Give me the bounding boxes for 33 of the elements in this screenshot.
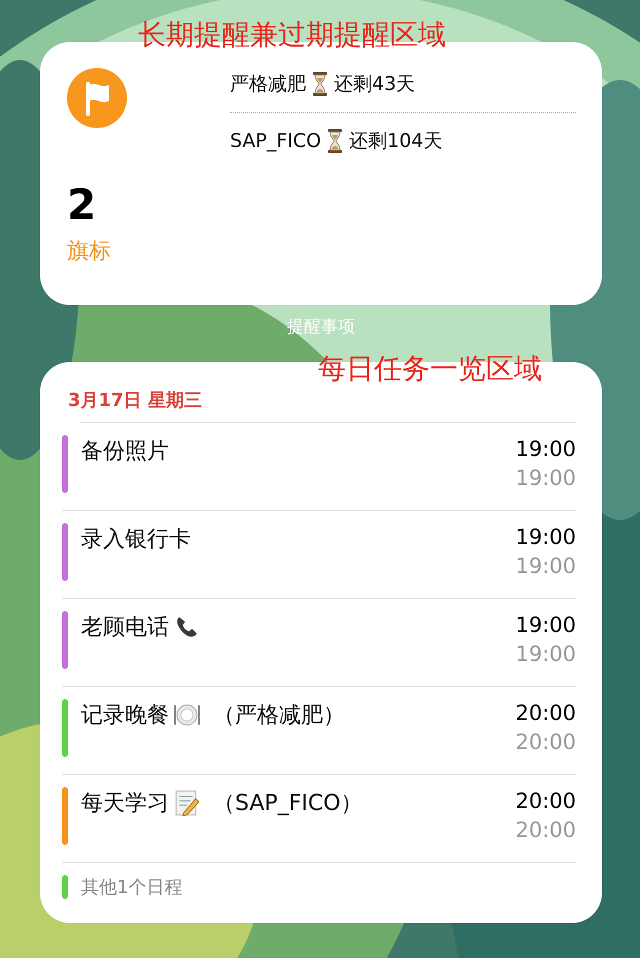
flag-icon	[67, 68, 127, 128]
reminder-title[interactable]: 严格减肥	[230, 71, 306, 97]
remaining-days: 还剩43天	[334, 71, 416, 97]
start-time: 19:00	[515, 436, 576, 463]
end-time: 20:00	[515, 817, 576, 844]
event-title[interactable]: 每天学习	[81, 788, 169, 818]
reminder-title[interactable]: SAP_FICO	[230, 130, 322, 152]
more-events-text[interactable]: 其他1个日程	[81, 875, 182, 899]
end-time: 20:00	[515, 729, 576, 756]
end-time: 19:00	[515, 553, 576, 580]
end-time: 19:00	[515, 465, 576, 492]
annotation-text: 长期提醒兼过期提醒区域	[138, 17, 446, 53]
flag-count: 2	[67, 184, 98, 226]
widget-caption: 提醒事项	[286, 316, 356, 338]
annotation-text: 每日任务一览区域	[318, 351, 542, 387]
start-time: 20:00	[515, 788, 576, 815]
hourglass-icon	[327, 129, 344, 153]
memo-icon	[173, 790, 201, 816]
date-heading: 3月17日 星期三	[68, 389, 202, 413]
event-note: （SAP_FICO）	[213, 790, 363, 818]
event-note: （严格减肥）	[213, 702, 345, 730]
start-time: 19:00	[515, 612, 576, 639]
flag-label: 旗标	[67, 238, 112, 266]
event-title[interactable]: 老顾电话	[81, 612, 169, 642]
start-time: 19:00	[515, 524, 576, 551]
start-time: 20:00	[515, 700, 576, 727]
event-title[interactable]: 记录晚餐	[81, 700, 169, 730]
plate-icon	[173, 702, 201, 728]
end-time: 19:00	[515, 641, 576, 668]
remaining-days: 还剩104天	[349, 128, 442, 154]
event-title[interactable]: 备份照片	[81, 436, 169, 466]
hourglass-icon	[312, 72, 328, 96]
event-title[interactable]: 录入银行卡	[81, 524, 191, 554]
